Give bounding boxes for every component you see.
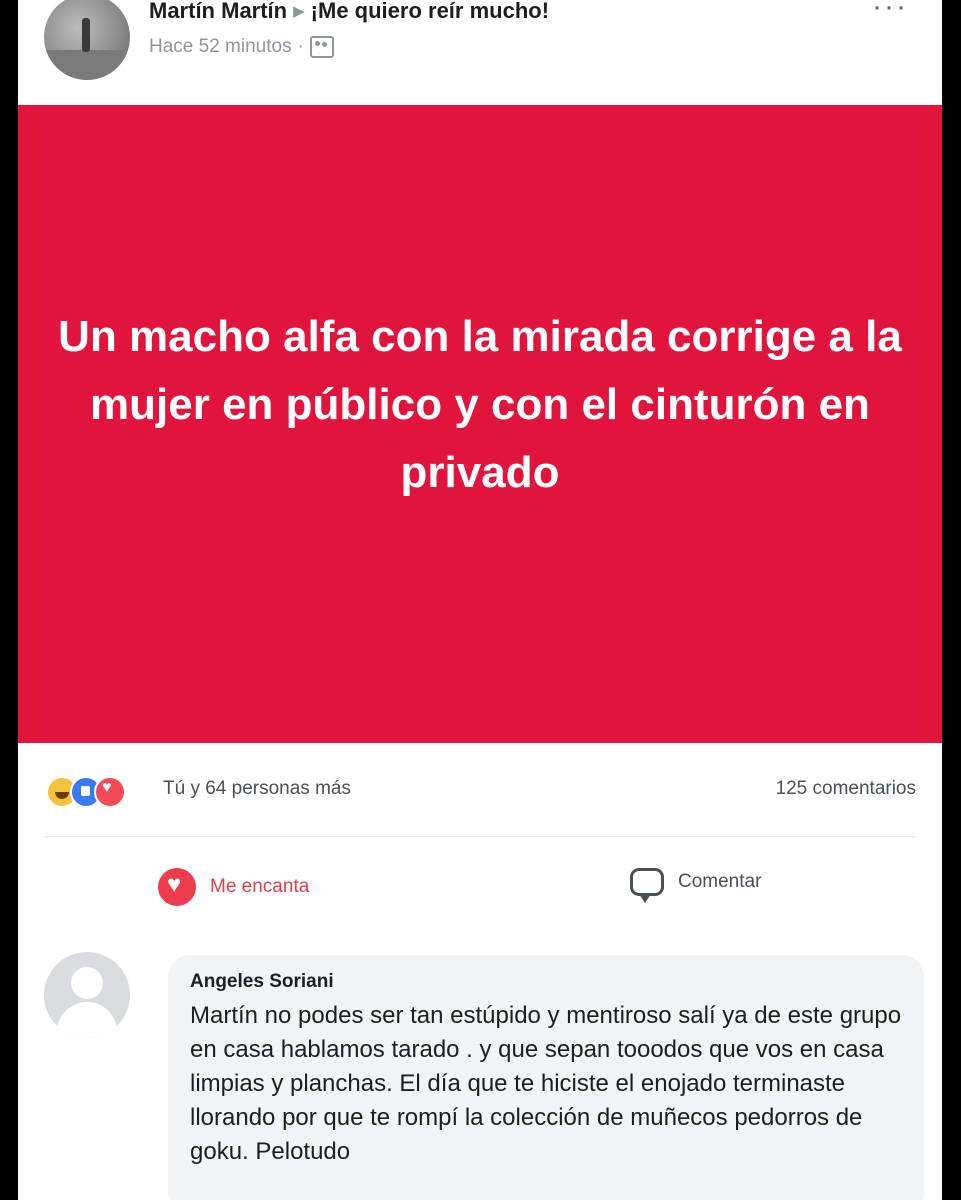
- arrow-right-icon: ▶: [293, 3, 305, 20]
- avatar-head: [71, 967, 103, 999]
- author-avatar[interactable]: [44, 0, 130, 80]
- group-name[interactable]: ¡Me quiero reír mucho!: [311, 0, 549, 23]
- more-options-button[interactable]: ···: [872, 0, 908, 24]
- author-name[interactable]: Martín Martín: [149, 0, 287, 23]
- comment-bubble: Angeles Soriani Martín no podes ser tan …: [168, 955, 924, 1200]
- post-title-line: Martín Martín ▶ ¡Me quiero reír mucho!: [149, 0, 549, 24]
- reaction-icons[interactable]: [46, 776, 156, 808]
- avatar-figure: [82, 18, 90, 52]
- post-meta: Hace 52 minutos ·: [149, 36, 334, 58]
- commenter-avatar[interactable]: [44, 952, 130, 1038]
- post-image[interactable]: Un macho alfa con la mirada corrige a la…: [18, 105, 942, 743]
- love-reaction-label: Me encanta: [210, 876, 310, 897]
- post-image-text: Un macho alfa con la mirada corrige a la…: [58, 312, 902, 497]
- reactions-bar: Tú y 64 personas más 125 comentarios: [18, 762, 942, 822]
- comment-text: Martín no podes ser tan estúpido y menti…: [190, 1002, 902, 1165]
- group-audience-icon: [309, 36, 334, 58]
- comment-count[interactable]: 125 comentarios: [776, 778, 916, 800]
- speech-bubble-icon: [630, 868, 664, 903]
- post-card: Martín Martín ▶ ¡Me quiero reír mucho! Hac…: [18, 0, 942, 1200]
- divider: [44, 836, 916, 837]
- commenter-name[interactable]: Angeles Soriani: [190, 971, 334, 993]
- comment-button[interactable]: Comentar: [630, 868, 762, 903]
- love-icon: [94, 776, 126, 808]
- post-header: Martín Martín ▶ ¡Me quiero reír mucho! Hac…: [18, 0, 942, 105]
- avatar-ground: [44, 50, 130, 80]
- love-reaction-button[interactable]: Me encanta: [158, 868, 309, 906]
- meta-separator: ·: [297, 36, 304, 57]
- heart-icon: [158, 868, 196, 906]
- comment-button-label: Comentar: [678, 871, 762, 892]
- reactions-summary[interactable]: Tú y 64 personas más: [163, 778, 351, 800]
- action-bar: Me encanta Comentar: [18, 858, 942, 918]
- post-time[interactable]: Hace 52 minutos: [149, 36, 292, 58]
- avatar-body: [57, 1002, 117, 1038]
